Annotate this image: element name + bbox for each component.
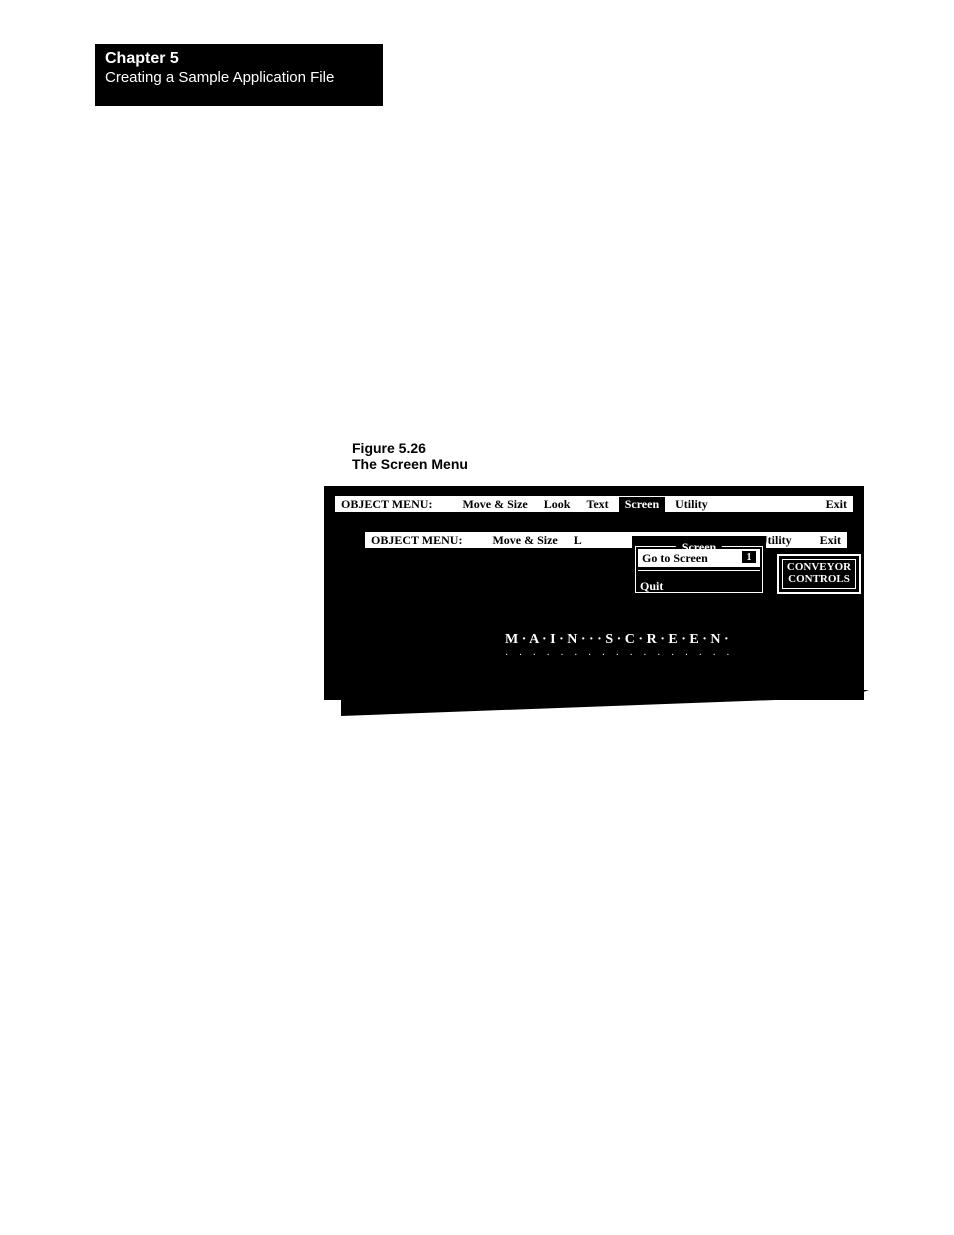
inner-window: OBJECT MENU: Move & Size L Utility Exit … — [355, 532, 865, 682]
menu-look[interactable]: Look — [538, 497, 577, 512]
figure-title: The Screen Menu — [352, 456, 468, 472]
inner-menu-label: OBJECT MENU: — [365, 533, 468, 548]
chapter-header: Chapter 5 Creating a Sample Application … — [95, 44, 383, 106]
chapter-subtitle: Creating a Sample Application File — [105, 70, 373, 87]
inner-menu-look-clipped[interactable]: L — [568, 533, 582, 548]
outer-menubar: OBJECT MENU: Move & Size Look Text Scree… — [335, 496, 853, 512]
menu-screen[interactable]: Screen — [619, 497, 665, 512]
inner-menu-move-size[interactable]: Move & Size — [486, 533, 563, 548]
chapter-number: Chapter 5 — [105, 50, 373, 68]
conveyor-controls-button[interactable]: CONVEYOR CONTROLS — [777, 554, 861, 594]
menu-text[interactable]: Text — [580, 497, 614, 512]
dropdown-item-goto-value: 1 — [742, 551, 756, 563]
figure-caption: Figure 5.26 The Screen Menu — [352, 440, 468, 472]
main-screen-title: M · A · I · N · · · S · C · R · E · E · … — [505, 632, 729, 648]
screen-dropdown: Screen Go to Screen 1 Quit — [632, 536, 766, 596]
menu-utility[interactable]: Utility — [669, 497, 714, 512]
figure-shadow — [341, 690, 869, 716]
conveyor-line2: CONTROLS — [788, 574, 850, 586]
inner-menu-exit[interactable]: Exit — [814, 533, 847, 548]
dropdown-item-goto[interactable]: Go to Screen 1 — [638, 549, 760, 567]
dropdown-item-goto-label: Go to Screen — [642, 551, 708, 566]
dropdown-item-quit[interactable]: Quit — [636, 577, 762, 595]
outer-menu-label: OBJECT MENU: — [335, 497, 438, 512]
dropdown-item-quit-label: Quit — [640, 579, 663, 594]
menu-exit[interactable]: Exit — [820, 497, 853, 512]
inner-menubar: OBJECT MENU: Move & Size L Utility Exit — [365, 532, 847, 548]
menu-move-size[interactable]: Move & Size — [456, 497, 533, 512]
figure-number: Figure 5.26 — [352, 440, 468, 456]
dropdown-divider — [638, 570, 760, 571]
main-screen-dotline: · · · · · · · · · · · · · · · · · · · · … — [505, 650, 737, 658]
screenshot-figure: OBJECT MENU: Move & Size Look Text Scree… — [324, 486, 864, 700]
